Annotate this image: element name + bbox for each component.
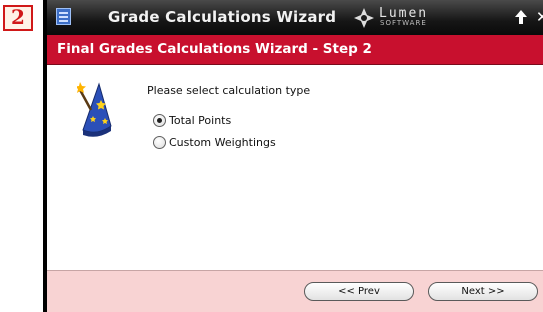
step-title: Final Grades Calculations Wizard - Step … (57, 41, 372, 57)
wizard-window: Grade Calculations Wizard Lumen SOFTWARE… (43, 0, 543, 312)
total-points-radio[interactable] (153, 114, 166, 127)
wizard-hat-icon (77, 82, 112, 137)
lumen-logo-icon (354, 8, 374, 28)
custom-weightings-label[interactable]: Custom Weightings (169, 136, 276, 149)
step-number-badge: 2 (3, 5, 33, 31)
wizard-footer: << Prev Next >> (47, 270, 543, 312)
arrow-up-icon[interactable] (514, 9, 528, 25)
title-bar[interactable]: Grade Calculations Wizard Lumen SOFTWARE… (47, 0, 543, 35)
close-icon[interactable]: ✕ (536, 8, 543, 26)
next-button[interactable]: Next >> (428, 282, 538, 301)
prev-button[interactable]: << Prev (304, 282, 414, 301)
step-header: Final Grades Calculations Wizard - Step … (47, 35, 543, 65)
window-left-border (43, 0, 47, 312)
notepad-icon (56, 8, 71, 25)
window-title: Grade Calculations Wizard (108, 8, 337, 26)
brand-subtitle: SOFTWARE (380, 19, 427, 27)
total-points-label[interactable]: Total Points (169, 114, 231, 127)
custom-weightings-radio[interactable] (153, 136, 166, 149)
calculation-type-prompt: Please select calculation type (147, 84, 311, 97)
